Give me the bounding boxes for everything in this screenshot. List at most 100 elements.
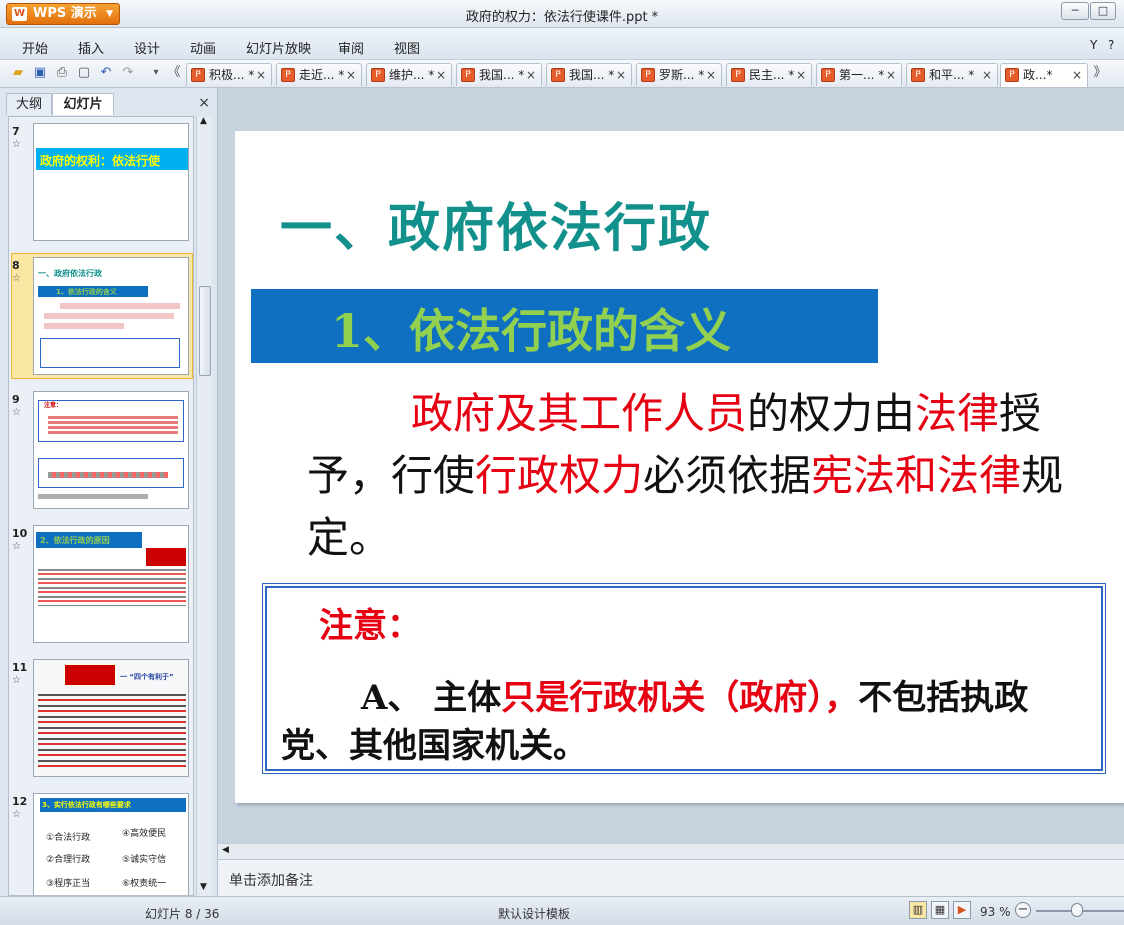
text-span: 必须依据 — [643, 451, 812, 500]
menu-view[interactable]: 视图 — [394, 38, 420, 57]
ppt-file-icon: P — [281, 68, 295, 82]
doc-tab[interactable]: P 积极... * × — [186, 63, 272, 86]
note-label: 注意： — [319, 606, 421, 646]
customize-toolbar-icon[interactable]: ▾ — [148, 65, 164, 81]
text-span: 政府及其工作人员 — [411, 389, 748, 438]
close-tab-icon[interactable]: × — [616, 64, 626, 86]
ribbon-toggle-icon[interactable]: Y — [1090, 38, 1097, 52]
doc-tab[interactable]: P 走近... * × — [276, 63, 362, 86]
open-folder-icon[interactable]: ▰ — [10, 65, 26, 81]
scroll-up-icon[interactable]: ▲ — [200, 116, 207, 126]
doc-tab[interactable]: P 罗斯... * × — [636, 63, 722, 86]
slide-thumbnail-current[interactable]: 一、政府依法行政 1、依法行政的含义 — [33, 257, 189, 375]
menu-design[interactable]: 设计 — [134, 38, 160, 57]
thumbnail-title: 一 “四个有利于” — [120, 673, 174, 681]
slide-thumbnail[interactable]: 2、依法行政的原因 — [33, 525, 189, 643]
thumbnail-text-line — [38, 494, 148, 499]
print-icon[interactable]: ⎙ — [54, 65, 70, 81]
close-tab-icon[interactable]: × — [346, 64, 356, 86]
thumbnail-text-lines — [38, 566, 186, 606]
slideshow-icon[interactable]: ▶ — [953, 901, 971, 919]
slide-thumbnail[interactable]: 政府的权利：依法行使 — [33, 123, 189, 241]
menu-review[interactable]: 审阅 — [338, 38, 364, 57]
close-panel-icon[interactable]: × — [198, 95, 210, 111]
menu-animation[interactable]: 动画 — [190, 38, 216, 57]
zoom-out-icon[interactable]: − — [1015, 902, 1031, 918]
close-tab-icon[interactable]: × — [886, 64, 896, 86]
zoom-slider-knob[interactable] — [1071, 903, 1083, 917]
ppt-file-icon: P — [731, 68, 745, 82]
slide-position: 幻灯片 8 / 36 — [145, 907, 220, 921]
status-bar: 幻灯片 8 / 36 默认设计模板 ▥ ▦ ▶ 93 % − — [0, 896, 1124, 925]
note-box[interactable]: 注意： A、 主体只是行政机关（政府），不包括执政党、其他国家机关。 — [262, 583, 1106, 774]
scrollbar-thumb[interactable] — [199, 286, 211, 376]
horizontal-scrollbar[interactable]: ◀ — [218, 843, 1124, 859]
undo-icon[interactable]: ↶ — [98, 65, 114, 81]
close-tab-icon[interactable]: × — [436, 64, 446, 86]
ppt-file-icon: P — [551, 68, 565, 82]
help-icon[interactable]: ? — [1108, 38, 1114, 52]
star-icon: ☆ — [12, 407, 21, 418]
definition-text[interactable]: 政府及其工作人员的权力由法律授予，行使行政权力必须依据宪法和法律规定。 — [307, 383, 1077, 569]
thumbnail-number: 9 — [12, 393, 20, 406]
doc-tab-label: 维护... * — [389, 68, 435, 82]
save-icon[interactable]: ▣ — [32, 65, 48, 81]
doc-tab-label: 走近... * — [299, 68, 345, 82]
ppt-file-icon: P — [1005, 68, 1019, 82]
menu-insert[interactable]: 插入 — [78, 38, 104, 57]
thumbnail-scrollbar[interactable]: ▲ ▼ — [196, 116, 212, 896]
text-span: A、 主体 — [361, 678, 502, 718]
thumbnail-title: 政府的权利：依法行使 — [40, 154, 161, 168]
thumbnail-text-line — [48, 472, 168, 478]
doc-tab[interactable]: P 第一... * × — [816, 63, 902, 86]
scroll-left-icon[interactable]: ◀ — [222, 845, 229, 855]
tabs-scroll-right-icon[interactable]: 》 — [1092, 65, 1108, 81]
thumbnail-callout — [146, 548, 186, 568]
close-tab-icon[interactable]: × — [796, 64, 806, 86]
subtitle-band[interactable]: 1、依法行政的含义 — [251, 289, 878, 363]
text-span: 宪法和法律 — [811, 451, 1022, 500]
thumbnail-item: ②合理行政 — [46, 855, 91, 865]
slide-thumbnail[interactable]: 3、实行依法行政有哪些要求 ①合法行政 ④高效便民 ②合理行政 ⑤诚实守信 ③程… — [33, 793, 189, 895]
close-tab-icon[interactable]: × — [982, 64, 992, 86]
thumbnail-number: 12 — [12, 795, 28, 808]
doc-tab[interactable]: P 维护... * × — [366, 63, 452, 86]
slide-thumbnail[interactable]: 注意： — [33, 391, 189, 509]
slide-thumbnail[interactable]: 一 “四个有利于” — [33, 659, 189, 777]
document-tab-bar: ▰ ▣ ⎙ ▢ ↶ ↷ ▾ 《 P 积极... * × P 走近... * × P 维护.… — [0, 60, 1124, 88]
ppt-file-icon: P — [191, 68, 205, 82]
close-tab-icon[interactable]: × — [256, 64, 266, 86]
doc-tab[interactable]: P 民主... * × — [726, 63, 812, 86]
star-icon: ☆ — [12, 675, 21, 686]
doc-tab-active[interactable]: P 政...* × — [1000, 63, 1088, 87]
slide-editor: 一、政府依法行政 1、依法行政的含义 政府及其工作人员的权力由法律授予，行使行政… — [218, 88, 1124, 843]
normal-view-icon[interactable]: ▥ — [909, 901, 927, 919]
thumbnail-number: 11 — [12, 661, 28, 674]
redo-icon[interactable]: ↷ — [120, 65, 136, 81]
slide-title[interactable]: 一、政府依法行政 — [280, 186, 712, 261]
scroll-down-icon[interactable]: ▼ — [200, 882, 207, 892]
close-tab-icon[interactable]: × — [526, 64, 536, 86]
doc-tab-label: 积极... * — [209, 68, 255, 82]
doc-tab[interactable]: P 我国... * × — [456, 63, 542, 86]
slide-sorter-icon[interactable]: ▦ — [931, 901, 949, 919]
design-template: 默认设计模板 — [498, 907, 571, 921]
thumbnail-note-box — [40, 338, 180, 368]
tab-outline[interactable]: 大纲 — [6, 93, 52, 115]
minimize-button[interactable]: ─ — [1061, 2, 1089, 20]
text-span: 的权力由 — [747, 389, 916, 438]
menu-home[interactable]: 开始 — [22, 38, 48, 57]
maximize-button[interactable]: □ — [1090, 2, 1116, 20]
menu-slideshow[interactable]: 幻灯片放映 — [246, 38, 311, 57]
text-span: 只是行政机关（政府）， — [501, 678, 859, 718]
current-slide[interactable]: 一、政府依法行政 1、依法行政的含义 政府及其工作人员的权力由法律授予，行使行政… — [235, 131, 1124, 803]
doc-tab[interactable]: P 我国... * × — [546, 63, 632, 86]
tabs-scroll-left-icon[interactable]: 《 — [166, 65, 182, 81]
tab-slides[interactable]: 幻灯片 — [52, 93, 114, 115]
close-tab-icon[interactable]: × — [706, 64, 716, 86]
thumbnail-text-line — [44, 313, 174, 319]
notes-pane[interactable]: 单击添加备注 — [218, 859, 1124, 896]
print-preview-icon[interactable]: ▢ — [76, 65, 92, 81]
doc-tab[interactable]: P 和平... * × — [906, 63, 998, 86]
close-tab-icon[interactable]: × — [1072, 64, 1082, 86]
